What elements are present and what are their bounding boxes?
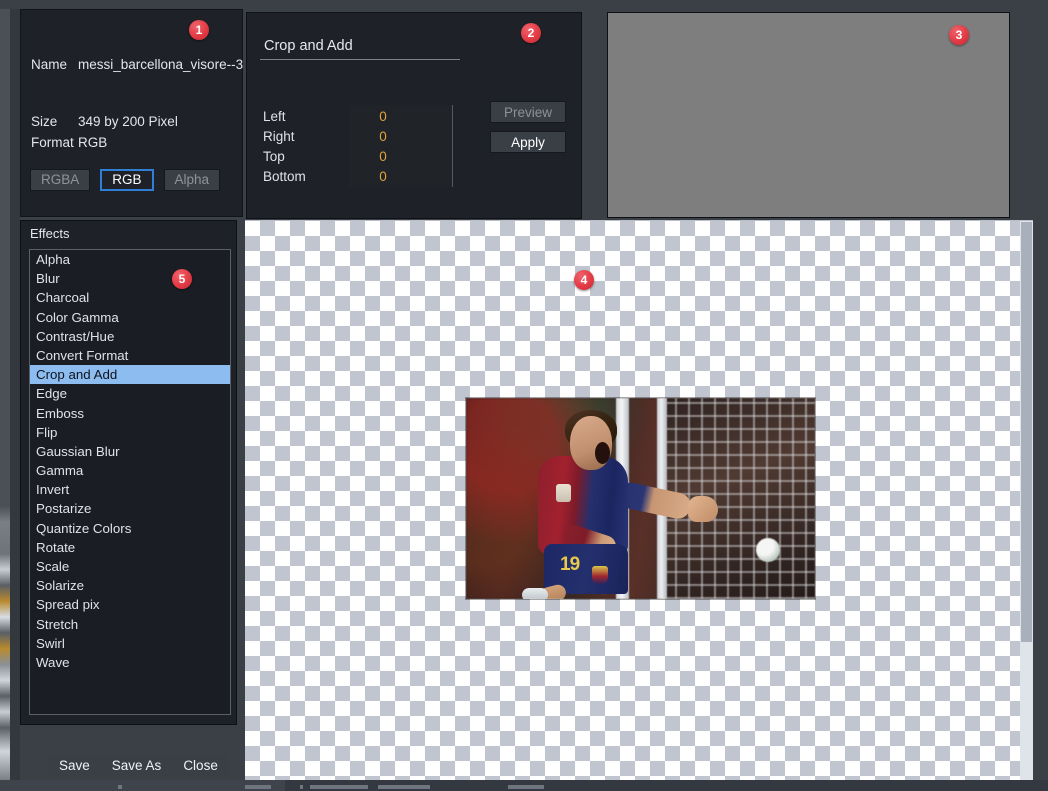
effects-list-item[interactable]: Gamma (30, 461, 230, 480)
footer-button-bar: Save Save As Close (48, 754, 229, 777)
effects-list-item[interactable]: Quantize Colors (30, 519, 230, 538)
desktop-taskbar-sliver[interactable] (0, 780, 1048, 791)
canvas-vertical-scrollbar[interactable] (1020, 221, 1033, 780)
effects-panel-title: Effects (30, 226, 70, 241)
taskbar-tick (508, 785, 544, 789)
crop-action-buttons: Preview Apply (490, 101, 566, 161)
crop-field-list: Left 0 Right 0 Top 0 Bottom 0 (263, 106, 413, 186)
background-window-gutter (10, 0, 20, 791)
taskbar-segment (0, 780, 285, 791)
effects-list-item[interactable]: Emboss (30, 404, 230, 423)
crop-field-right[interactable]: Right 0 (263, 126, 413, 146)
taskbar-tick (378, 785, 430, 789)
format-value: RGB (78, 135, 108, 150)
effect-preview-panel[interactable] (607, 12, 1010, 218)
crop-panel-divider (260, 59, 460, 60)
crop-field-left-label: Left (263, 108, 286, 124)
effects-list-item[interactable]: Charcoal (30, 288, 230, 307)
crop-field-right-label: Right (263, 128, 295, 144)
effects-list-item[interactable]: Alpha (30, 250, 230, 269)
taskbar-tick (245, 785, 271, 789)
crop-field-bottom-label: Bottom (263, 168, 306, 184)
photo-jersey-number: 19 (560, 554, 580, 575)
canvas-image[interactable]: 19 (466, 398, 815, 599)
preview-button[interactable]: Preview (490, 101, 566, 123)
effects-list-item[interactable]: Postarize (30, 499, 230, 518)
effects-list-item[interactable]: Scale (30, 557, 230, 576)
effects-list[interactable]: Alpha Blur Charcoal Color Gamma Contrast/Hue… (29, 249, 231, 715)
window-top-chrome (0, 0, 1048, 9)
annotation-badge-4: 4 (574, 270, 594, 290)
crop-field-bottom-value[interactable]: 0 (353, 169, 413, 184)
crop-field-top-value[interactable]: 0 (353, 149, 413, 164)
save-as-button[interactable]: Save As (101, 754, 173, 777)
save-button[interactable]: Save (48, 754, 101, 777)
annotation-badge-1: 1 (189, 20, 209, 40)
effects-list-item[interactable]: Crop and Add (30, 365, 230, 385)
effects-list-item[interactable]: Swirl (30, 634, 230, 653)
effects-list-item[interactable]: Solarize (30, 576, 230, 595)
name-label: Name (31, 57, 68, 72)
effects-list-item[interactable]: Gaussian Blur (30, 442, 230, 461)
annotation-badge-5: 5 (172, 269, 192, 289)
format-button-rgba[interactable]: RGBA (30, 169, 91, 191)
photo-football (756, 538, 780, 562)
photo-league-badge (556, 484, 571, 502)
format-button-alpha[interactable]: Alpha (163, 169, 221, 191)
name-value: messi_barcellona_visore--3 (78, 57, 244, 72)
photo-player-boot (522, 588, 548, 599)
effects-list-item[interactable]: Convert Format (30, 346, 230, 365)
annotation-badge-3: 3 (949, 25, 969, 45)
photo-player-mouth (595, 442, 610, 464)
crop-field-bottom[interactable]: Bottom 0 (263, 166, 413, 186)
effects-panel: Effects Alpha Blur Charcoal Color Gamma Cont… (20, 220, 237, 725)
size-label: Size (31, 114, 58, 129)
taskbar-tick (300, 785, 303, 789)
effects-list-item[interactable]: Invert (30, 480, 230, 499)
size-value: 349 by 200 Pixel (78, 114, 178, 129)
effects-list-item[interactable]: Wave (30, 653, 230, 672)
effects-list-item[interactable]: Color Gamma (30, 308, 230, 327)
crop-field-top-label: Top (263, 148, 285, 164)
crop-field-left-value[interactable]: 0 (353, 109, 413, 124)
taskbar-tick (310, 785, 368, 789)
effects-list-item[interactable]: Blur (30, 269, 230, 288)
effects-list-item[interactable]: Edge (30, 384, 230, 403)
effects-list-item[interactable]: Stretch (30, 615, 230, 634)
crop-field-top[interactable]: Top 0 (263, 146, 413, 166)
taskbar-tick (118, 785, 122, 789)
effects-list-item[interactable]: Spread pix (30, 595, 230, 614)
canvas-scrollbar-thumb[interactable] (1021, 222, 1032, 642)
application-window: Name messi_barcellona_visore--3 Size 349… (0, 0, 1048, 791)
effects-list-item[interactable]: Rotate (30, 538, 230, 557)
photo-player-right-hand (688, 496, 718, 522)
image-canvas[interactable]: 19 (245, 220, 1033, 780)
format-button-rgb[interactable]: RGB (100, 169, 154, 191)
crop-panel-title: Crop and Add (264, 38, 353, 54)
background-window-sliver (0, 0, 10, 791)
close-button[interactable]: Close (172, 754, 229, 777)
effects-list-item[interactable]: Contrast/Hue (30, 327, 230, 346)
crop-field-right-value[interactable]: 0 (353, 129, 413, 144)
apply-button[interactable]: Apply (490, 131, 566, 153)
format-label: Format (31, 135, 74, 150)
annotation-badge-2: 2 (521, 23, 541, 43)
effects-list-item[interactable]: Flip (30, 423, 230, 442)
color-format-button-group: RGBA RGB Alpha (30, 169, 221, 191)
crop-and-add-panel: Crop and Add Left 0 Right 0 Top 0 Bottom… (246, 12, 696, 219)
crop-field-left[interactable]: Left 0 (263, 106, 413, 126)
photo-club-crest (592, 566, 608, 585)
image-info-panel: Name messi_barcellona_visore--3 Size 349… (20, 9, 243, 217)
